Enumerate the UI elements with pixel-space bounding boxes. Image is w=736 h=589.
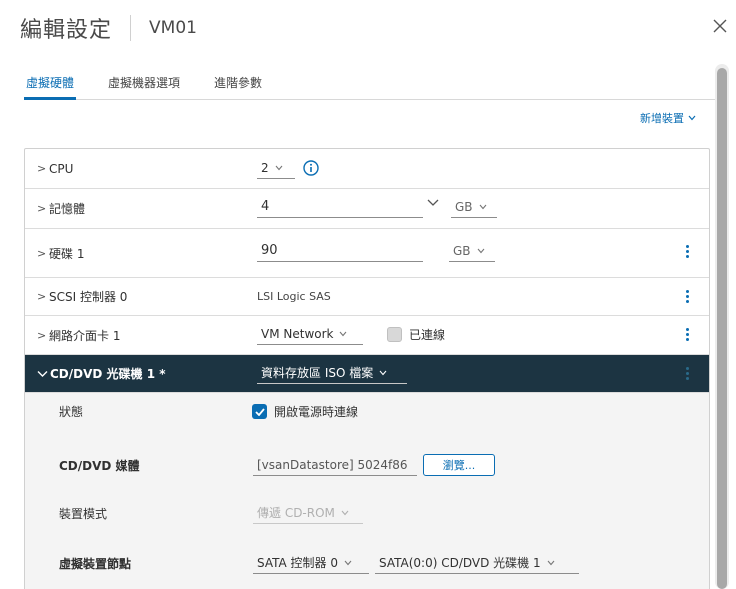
scrollbar[interactable]: [715, 64, 729, 589]
cdrom-toggle[interactable]: CD/DVD 光碟機 1 *: [37, 355, 166, 392]
chevron-down-icon: [479, 204, 486, 209]
chevron-down-icon[interactable]: [427, 199, 439, 207]
disk-unit: GB: [453, 243, 471, 258]
chevron-down-icon: [688, 115, 696, 121]
cdrom-row: CD/DVD 光碟機 1 * 資料存放區 ISO 檔案: [25, 355, 709, 393]
device-mode-label: 裝置模式: [59, 506, 108, 521]
dialog-subtitle: VM01: [149, 18, 197, 38]
cdrom-label: CD/DVD 光碟機 1 *: [50, 367, 166, 381]
chevron-right-icon: >: [37, 202, 47, 215]
disk-actions-menu[interactable]: [683, 245, 691, 258]
memory-unit: GB: [455, 199, 473, 214]
media-label: CD/DVD 媒體: [59, 458, 140, 473]
scsi-label: SCSI 控制器 0: [49, 290, 128, 304]
cpu-row: > CPU 2: [25, 149, 709, 189]
network-adapter-toggle[interactable]: > 網路介面卡 1: [37, 316, 120, 354]
cdrom-source-select[interactable]: 資料存放區 ISO 檔案: [257, 362, 407, 384]
hardware-panel: > CPU 2 > 記憶體 GB > 硬碟 1: [24, 148, 710, 589]
controller-value: SATA 控制器 0: [257, 556, 338, 570]
chevron-down-icon: [477, 248, 484, 253]
chevron-down-icon: [340, 331, 347, 336]
cpu-toggle[interactable]: > CPU: [37, 149, 73, 188]
connected-checkbox[interactable]: [387, 326, 402, 342]
scsi-row: > SCSI 控制器 0 LSI Logic SAS: [25, 278, 709, 316]
connect-at-power-on-label: 開啟電源時連線: [274, 405, 359, 419]
device-mode-select[interactable]: 傳遞 CD-ROM: [253, 502, 363, 524]
cdrom-actions-menu[interactable]: [683, 367, 691, 380]
cpu-select[interactable]: 2: [257, 157, 295, 179]
virtual-device-node-label: 虛擬裝置節點: [59, 556, 132, 571]
disk-unit-select[interactable]: GB: [449, 240, 495, 262]
scsi-toggle[interactable]: > SCSI 控制器 0: [37, 278, 127, 315]
scsi-actions-menu[interactable]: [683, 290, 691, 303]
device-slot-value: SATA(0:0) CD/DVD 光碟機 1: [379, 556, 541, 570]
memory-row: > 記憶體 GB: [25, 189, 709, 229]
network-select[interactable]: VM Network: [257, 323, 363, 345]
cdrom-source-value: 資料存放區 ISO 檔案: [261, 366, 374, 380]
disk-row: > 硬碟 1 GB: [25, 229, 709, 278]
chevron-down-icon: [37, 370, 48, 377]
chevron-right-icon: >: [37, 246, 47, 260]
chevron-down-icon: [379, 370, 387, 375]
tab-bar: 虛擬硬體 虛擬機器選項 進階參數: [24, 70, 722, 100]
add-device-button[interactable]: 新增裝置: [640, 110, 696, 126]
browse-button[interactable]: 瀏覽...: [423, 454, 495, 476]
title-separator: [130, 15, 132, 41]
disk-size-input[interactable]: [257, 240, 423, 262]
memory-toggle[interactable]: > 記憶體: [37, 189, 85, 228]
scsi-value: LSI Logic SAS: [257, 290, 331, 303]
network-adapter-actions-menu[interactable]: [683, 328, 691, 341]
device-mode-value: 傳遞 CD-ROM: [257, 506, 335, 520]
status-label: 狀態: [59, 404, 84, 419]
dialog-header: 編輯設定 VM01: [20, 12, 197, 44]
info-icon[interactable]: [303, 160, 319, 176]
chevron-right-icon: >: [37, 328, 47, 342]
close-icon[interactable]: [713, 19, 727, 33]
add-device-label: 新增裝置: [640, 112, 684, 125]
network-adapter-row: > 網路介面卡 1 VM Network 已連線: [25, 316, 709, 355]
cpu-label: CPU: [49, 161, 74, 176]
media-path-input[interactable]: [253, 454, 417, 476]
tab-vm-options[interactable]: 虛擬機器選項: [106, 70, 182, 100]
tab-virtual-hardware[interactable]: 虛擬硬體: [24, 70, 77, 100]
tab-advanced-parameters[interactable]: 進階參數: [212, 70, 264, 100]
memory-label: 記憶體: [49, 202, 86, 216]
cdrom-details: 狀態 開啟電源時連線 CD/DVD 媒體 瀏覽... 裝置模式 傳遞 CD-RO…: [25, 393, 709, 589]
disk-toggle[interactable]: > 硬碟 1: [37, 229, 84, 277]
chevron-right-icon: >: [37, 162, 47, 175]
connect-at-power-on-checkbox[interactable]: [252, 404, 267, 419]
controller-select[interactable]: SATA 控制器 0: [253, 552, 369, 574]
network-adapter-label: 網路介面卡 1: [49, 328, 121, 343]
disk-label: 硬碟 1: [49, 246, 85, 261]
close-button[interactable]: [710, 16, 730, 36]
chevron-down-icon: [344, 560, 352, 565]
scrollbar-thumb[interactable]: [717, 68, 727, 589]
dialog-title: 編輯設定: [20, 18, 113, 43]
chevron-down-icon: [275, 165, 283, 170]
memory-input[interactable]: [257, 196, 423, 218]
cpu-value: 2: [261, 160, 269, 175]
connected-checkbox-group[interactable]: 已連線: [387, 326, 445, 343]
chevron-down-icon: [547, 560, 555, 565]
chevron-right-icon: >: [37, 290, 47, 303]
connected-label: 已連線: [409, 327, 446, 342]
check-icon: [254, 407, 265, 416]
device-slot-select[interactable]: SATA(0:0) CD/DVD 光碟機 1: [375, 552, 579, 574]
memory-unit-select[interactable]: GB: [451, 196, 497, 218]
network-value: VM Network: [261, 326, 334, 341]
chevron-down-icon: [341, 510, 349, 515]
